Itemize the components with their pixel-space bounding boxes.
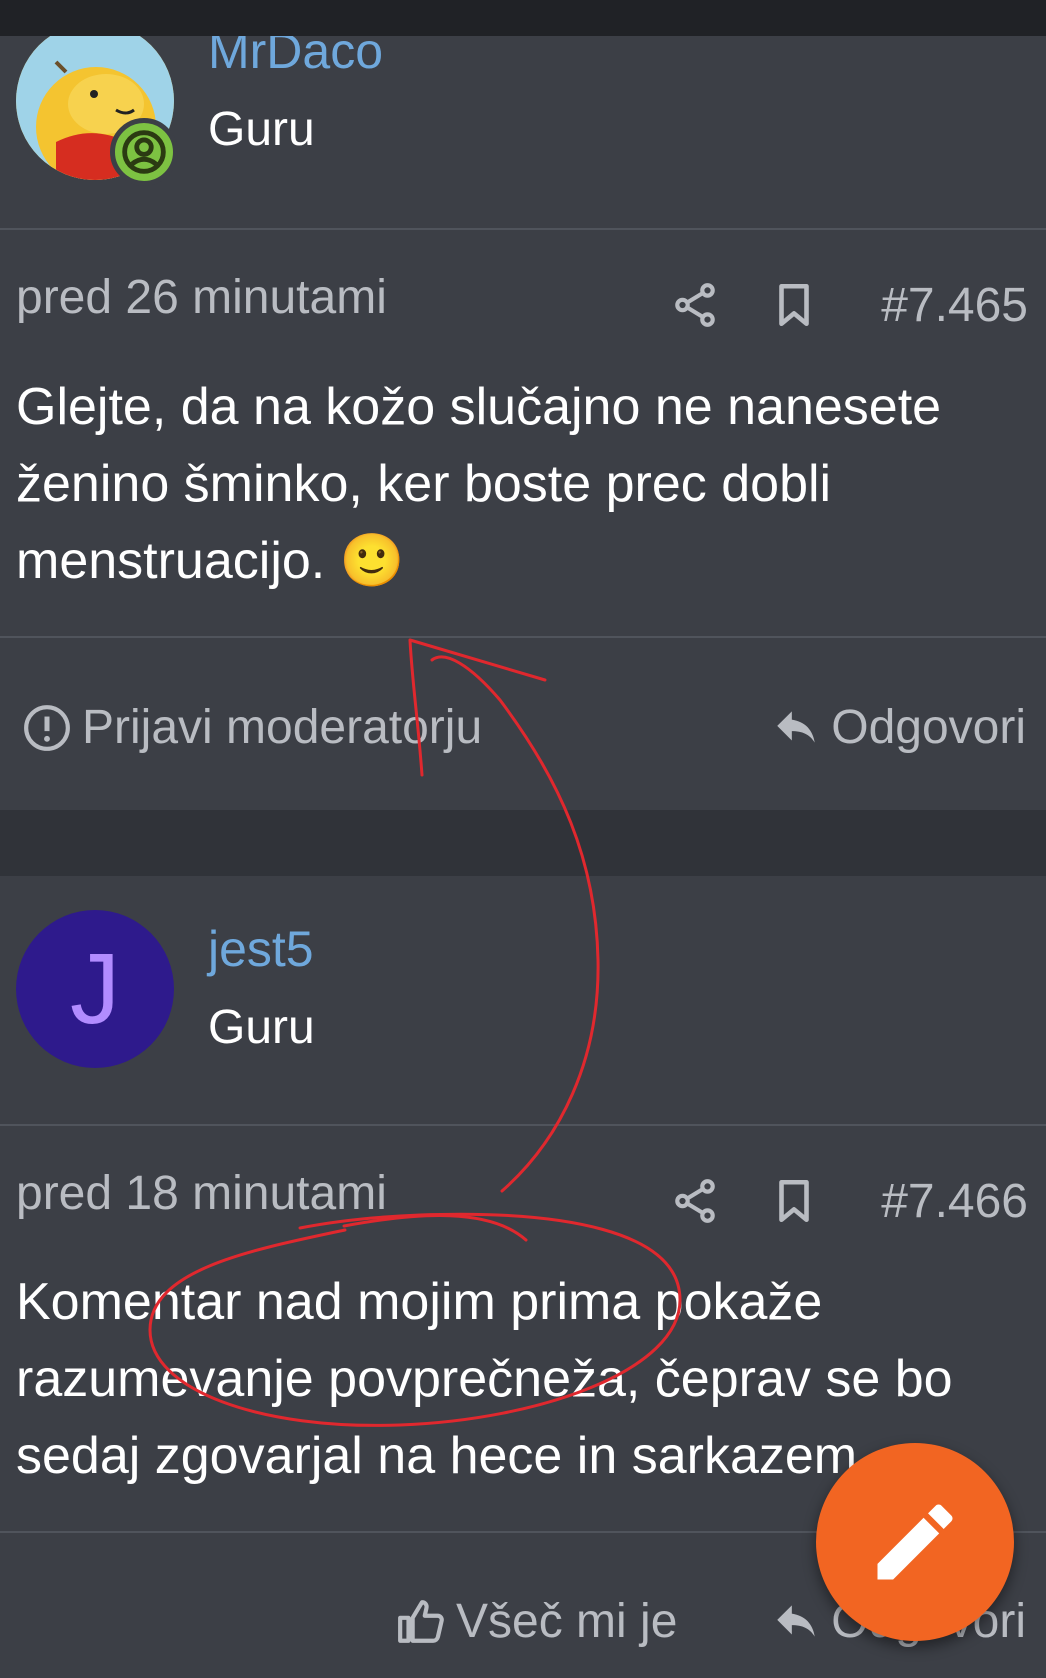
- reply-icon: [777, 1604, 815, 1637]
- post-body: Glejte, da na kožo slučajno ne nanesete …: [16, 378, 942, 590]
- thumbs-up-icon: [398, 1599, 444, 1643]
- compose-button[interactable]: [816, 1443, 1014, 1641]
- share-icon[interactable]: [670, 280, 720, 330]
- avatar[interactable]: J: [16, 910, 174, 1068]
- avatar-letter: J: [70, 932, 120, 1045]
- post-number[interactable]: #7.465: [881, 278, 1028, 333]
- report-label: Prijavi moderatorju: [82, 701, 483, 754]
- post-header: J jest5 Guru: [0, 876, 1046, 1126]
- user-rank: Guru: [208, 1001, 315, 1054]
- status-bar: [0, 0, 1046, 36]
- post-time: pred 18 minutami: [16, 1167, 387, 1220]
- like-button[interactable]: Všeč mi je: [396, 1594, 677, 1649]
- online-badge: [110, 118, 178, 186]
- divider: [0, 228, 1046, 230]
- like-label: Všeč mi je: [456, 1595, 678, 1648]
- user-rank: Guru: [208, 103, 315, 156]
- bookmark-icon[interactable]: [769, 280, 819, 330]
- alert-circle-icon: [24, 704, 70, 751]
- pencil-icon: [877, 1504, 953, 1580]
- report-button[interactable]: Prijavi moderatorju: [22, 700, 482, 755]
- divider: [0, 636, 1046, 638]
- post-time: pred 26 minutami: [16, 271, 387, 324]
- post-number[interactable]: #7.466: [881, 1174, 1028, 1229]
- share-icon[interactable]: [670, 1176, 720, 1226]
- reply-icon: [777, 710, 815, 743]
- username[interactable]: jest5: [208, 920, 314, 978]
- divider: [0, 1124, 1046, 1126]
- post-card: MrDaco Guru pred 26 minutami #7.465 Glej…: [0, 0, 1046, 810]
- reply-button[interactable]: Odgovori: [771, 700, 1026, 755]
- bookmark-icon[interactable]: [769, 1176, 819, 1226]
- reply-label: Odgovori: [831, 701, 1026, 754]
